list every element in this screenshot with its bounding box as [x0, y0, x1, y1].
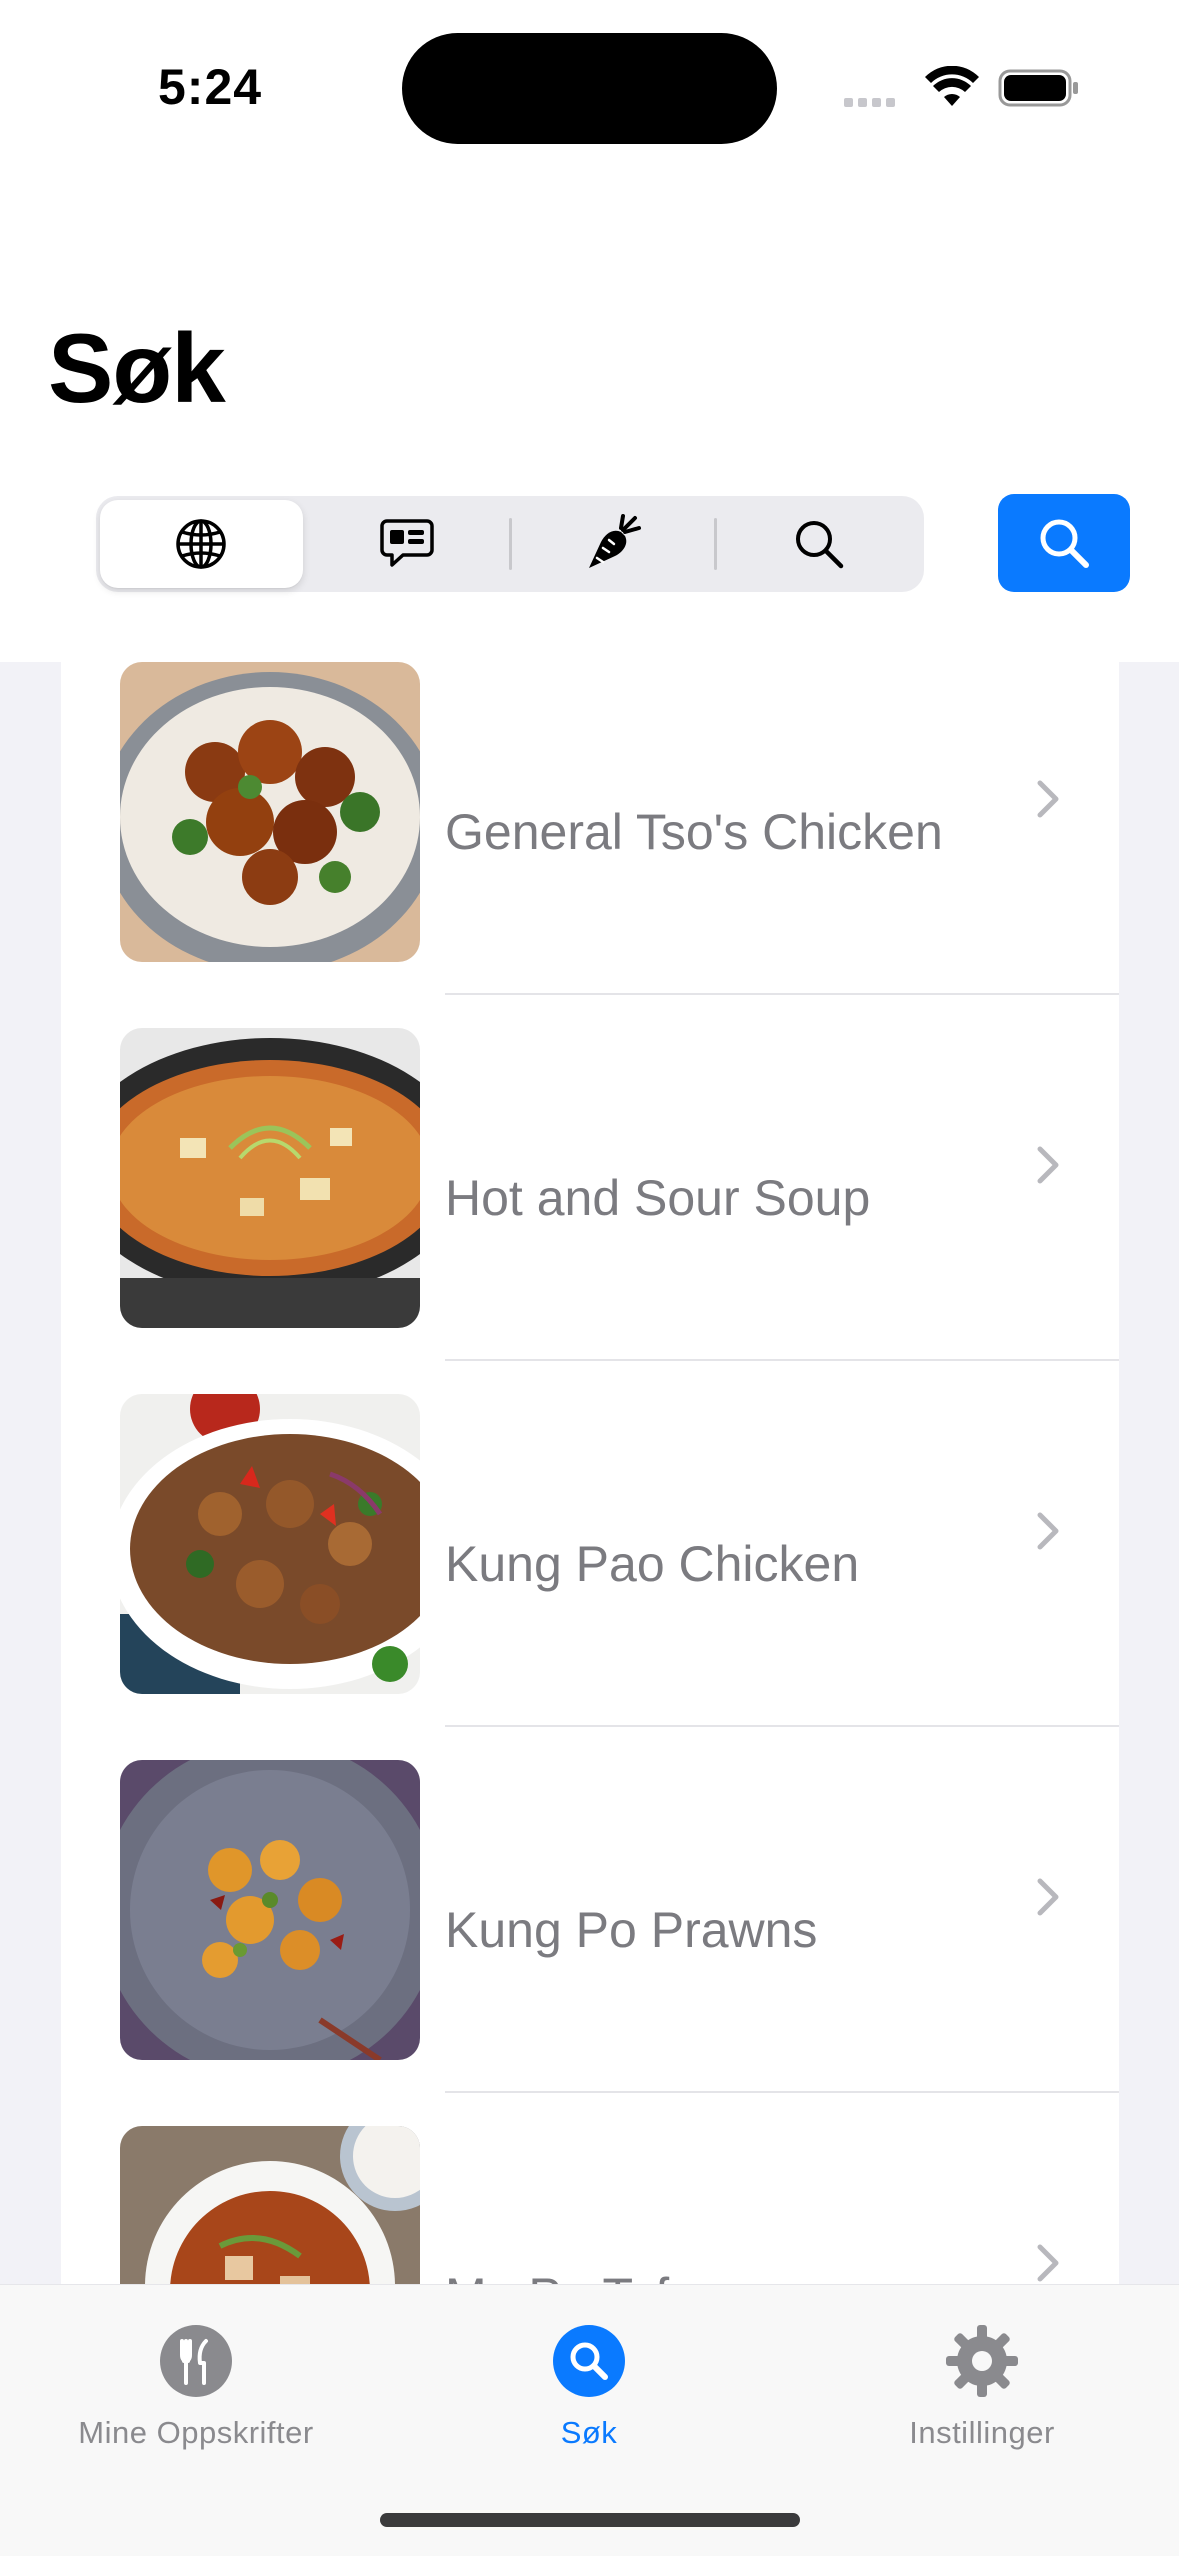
wifi-icon [925, 66, 979, 106]
tab-label: Mine Oppskrifter [78, 2415, 314, 2450]
header-area: 5:24 Søk [0, 0, 1179, 662]
tab-settings[interactable]: Instillinger [786, 2325, 1178, 2485]
status-bar: 5:24 [0, 0, 1179, 160]
recipe-list[interactable]: General Tso's Chicken Hot and Sour Soup … [0, 662, 1179, 2284]
chevron-right-icon [1037, 1146, 1059, 1184]
list-item[interactable]: Hot and Sour Soup [61, 995, 1119, 1361]
recipe-name: Ma Po Tofu [445, 2093, 697, 2284]
gear-icon [946, 2325, 1018, 2397]
recipe-name: Hot and Sour Soup [445, 1170, 871, 1226]
magnifier-icon [795, 521, 843, 569]
search-icon [553, 2325, 625, 2397]
globe-icon [176, 519, 227, 569]
segment-globe[interactable] [100, 500, 303, 588]
chevron-right-icon [1037, 1512, 1059, 1550]
segment-chat[interactable] [306, 500, 509, 588]
tab-search[interactable]: Søk [393, 2325, 785, 2485]
dynamic-island [402, 33, 777, 144]
recipe-thumbnail [120, 662, 420, 962]
recipe-name: Kung Pao Chicken [445, 1536, 860, 1592]
chevron-right-icon [1037, 1878, 1059, 1916]
recipe-thumbnail [120, 2126, 420, 2284]
search-icon [1040, 519, 1089, 568]
chevron-right-icon [1037, 2244, 1059, 2282]
list-item[interactable]: General Tso's Chicken [61, 662, 1119, 995]
list-item[interactable]: Kung Po Prawns [61, 1727, 1119, 2093]
cellular-signal-icon [844, 94, 900, 112]
fork-knife-icon [160, 2325, 232, 2397]
recipe-thumbnail [120, 1028, 420, 1328]
segment-text-search[interactable] [717, 500, 920, 588]
chevron-right-icon [1037, 780, 1059, 818]
status-time: 5:24 [158, 59, 263, 115]
tab-label: Søk [560, 2415, 618, 2450]
recipe-name: Kung Po Prawns [445, 1902, 818, 1958]
search-button[interactable] [998, 494, 1130, 592]
tab-label: Instillinger [909, 2415, 1055, 2450]
list-item[interactable]: Kung Pao Chicken [61, 1361, 1119, 1727]
page-title: Søk [48, 313, 226, 423]
recipe-list-card: General Tso's Chicken Hot and Sour Soup … [61, 662, 1119, 2284]
recipe-thumbnail [120, 1394, 420, 1694]
home-indicator [380, 2513, 800, 2527]
list-item[interactable]: Ma Po Tofu [61, 2093, 1119, 2284]
recipe-thumbnail [120, 1760, 420, 2060]
recipe-name: General Tso's Chicken [445, 804, 943, 860]
carrot-icon [588, 514, 641, 568]
search-mode-segmented-control[interactable] [96, 496, 924, 592]
chat-bubble-icon [380, 519, 434, 567]
tab-my-recipes[interactable]: Mine Oppskrifter [0, 2325, 392, 2485]
battery-icon [998, 69, 1078, 107]
segment-ingredient[interactable] [512, 500, 715, 588]
